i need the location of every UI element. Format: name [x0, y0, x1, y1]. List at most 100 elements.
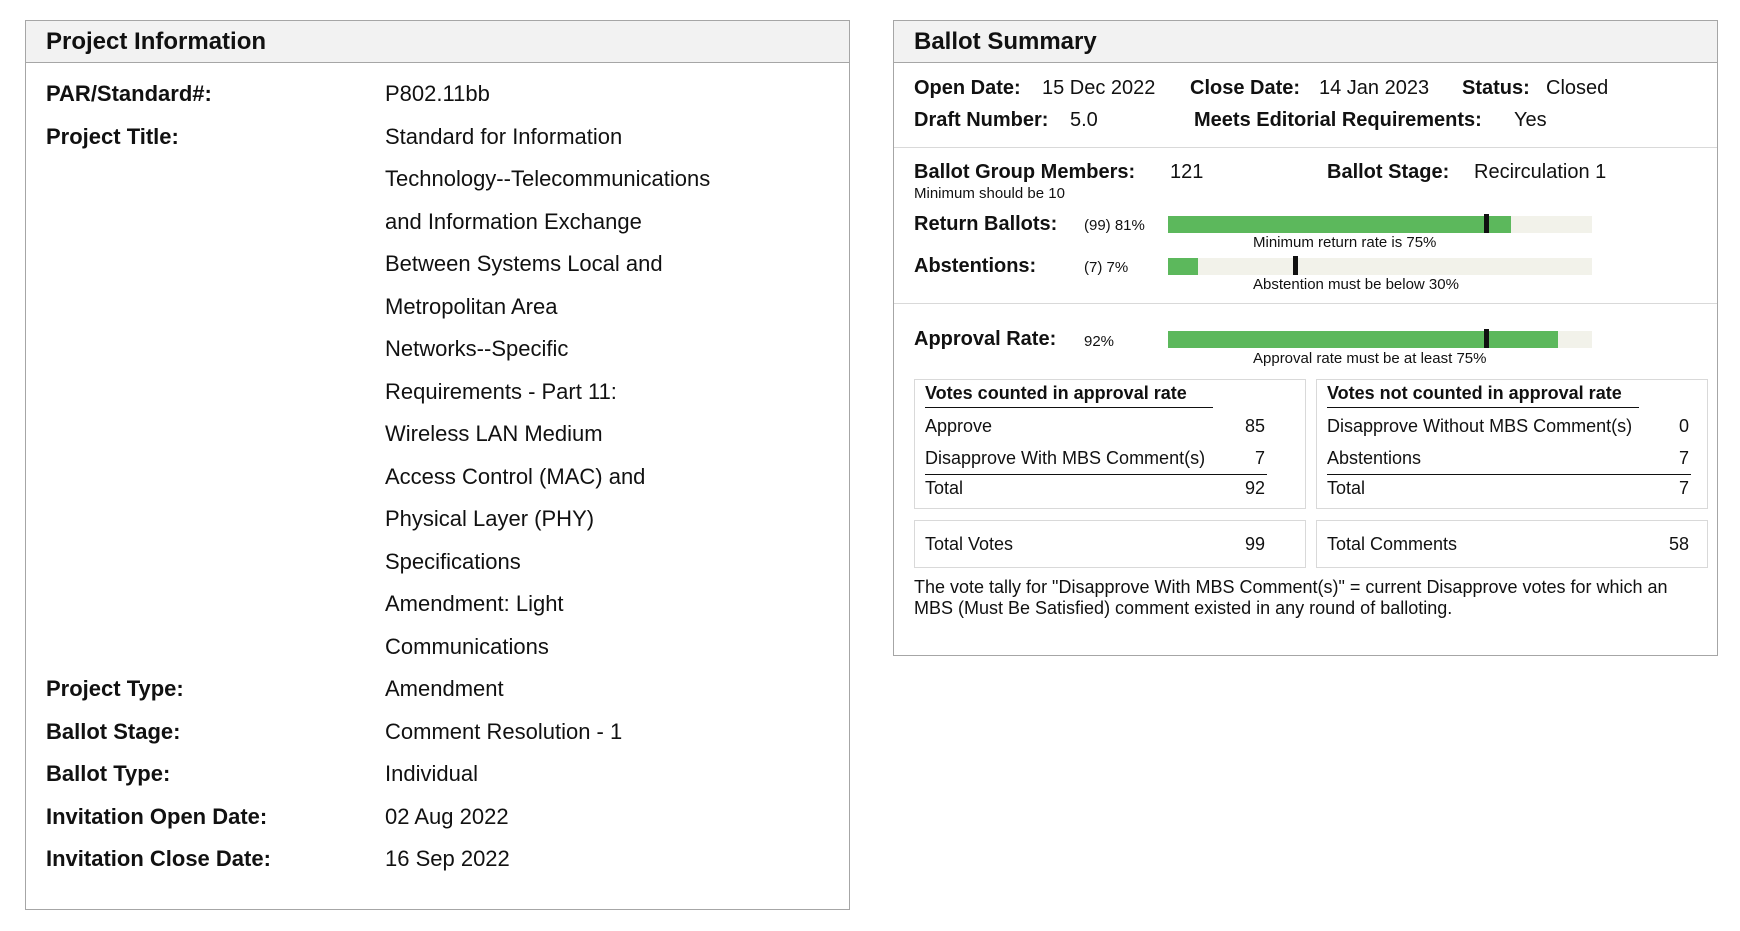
invitation-open-label: Invitation Open Date:: [46, 803, 268, 829]
abstentions-label: Abstentions:: [914, 255, 1037, 277]
total-rule: [1327, 474, 1691, 475]
total-comments-value: 58: [1668, 534, 1689, 554]
ballot-stage-row: Ballot Stage: Comment Resolution - 1: [46, 711, 826, 754]
close-date-value: 14 Jan 2023: [1319, 77, 1430, 99]
invitation-close-row: Invitation Close Date: 16 Sep 2022: [46, 838, 826, 881]
title-underline: [1327, 407, 1639, 408]
approve-label: Approve: [925, 416, 993, 436]
ballot-summary-title: Ballot Summary: [894, 21, 1717, 63]
return-ballots-note: Minimum return rate is 75%: [1253, 234, 1437, 251]
project-title-line: Access Control (MAC) and: [385, 463, 646, 489]
total-votes-box: Total Votes 99: [914, 520, 1306, 568]
ballot-stage-label: Ballot Stage:: [46, 718, 181, 744]
approval-rate-label: Approval Rate:: [914, 328, 1057, 350]
abstentions-row-label: Abstentions: [1327, 448, 1422, 468]
project-title-line: Networks--Specific: [385, 336, 569, 361]
project-title-line: Metropolitan Area: [385, 293, 558, 319]
total-votes-value: 99: [1244, 534, 1265, 554]
total-comments-label: Total Comments: [1327, 534, 1458, 554]
invitation-close-value: 16 Sep 2022: [385, 846, 510, 871]
draft-number-label: Draft Number:: [914, 109, 1049, 131]
project-information-title: Project Information: [26, 21, 849, 63]
project-title-line: Between Systems Local and: [385, 251, 663, 276]
abstention-threshold-marker: [1293, 256, 1299, 275]
editorial-value: Yes: [1514, 109, 1547, 131]
votes-not-counted-box: Votes not counted in approval rate Disap…: [1316, 379, 1708, 509]
par-label: PAR/Standard#:: [46, 81, 212, 106]
project-title-line: Amendment: Light: [385, 591, 564, 616]
project-info-table: PAR/Standard#: P802.11bb Project Title: …: [46, 73, 826, 881]
project-title-line: and Information Exchange: [385, 208, 642, 234]
approve-value: 85: [1244, 416, 1265, 436]
abstentions-fill: [1168, 258, 1198, 275]
counted-total-value: 92: [1244, 478, 1265, 498]
project-type-label: Project Type:: [46, 676, 184, 701]
recirc-stage-label: Ballot Stage:: [1327, 161, 1450, 183]
project-title-line: Physical Layer (PHY): [385, 506, 595, 531]
project-title-value: Standard for Information Technology--Tel…: [385, 116, 826, 669]
group-members-label: Ballot Group Members:: [914, 161, 1136, 183]
approval-rate-note: Approval rate must be at least 75%: [1253, 350, 1487, 367]
open-date-label: Open Date:: [914, 77, 1021, 99]
not-counted-total-label: Total: [1327, 478, 1366, 498]
divider: [894, 147, 1717, 148]
recirc-stage-value: Recirculation 1: [1474, 161, 1607, 183]
title-underline: [925, 407, 1213, 408]
disapprove-without-mbs-label: Disapprove Without MBS Comment(s): [1327, 416, 1633, 436]
not-counted-total-value: 7: [1678, 478, 1689, 498]
project-title-label: Project Title:: [46, 123, 179, 149]
open-date-value: 15 Dec 2022: [1042, 77, 1156, 99]
ballot-type-value: Individual: [385, 761, 478, 786]
total-rule: [925, 474, 1267, 475]
return-threshold-marker: [1484, 214, 1489, 233]
invitation-open-row: Invitation Open Date: 02 Aug 2022: [46, 796, 826, 839]
project-title-line: Standard for Information: [385, 123, 623, 149]
abstentions-note: Abstention must be below 30%: [1253, 276, 1459, 293]
project-title-line: Technology--Telecommunications: [385, 166, 711, 191]
par-value: P802.11bb: [385, 81, 490, 106]
approval-rate-bar: [1168, 329, 1592, 348]
project-type-row: Project Type: Amendment: [46, 668, 826, 711]
project-title-row: Project Title: Standard for Information …: [46, 116, 826, 669]
return-ballots-bar: [1168, 214, 1592, 233]
approval-threshold-marker: [1484, 329, 1489, 348]
disapprove-with-mbs-value: 7: [1254, 448, 1265, 468]
abstentions-bar: [1168, 256, 1592, 275]
invitation-close-label: Invitation Close Date:: [46, 846, 271, 871]
approval-rate-value: 92%: [1084, 333, 1115, 350]
group-members-note: Minimum should be 10: [914, 185, 1065, 202]
abstentions-row-value: 7: [1678, 448, 1689, 468]
approval-rate-fill: [1168, 331, 1559, 348]
project-title-line: Wireless LAN Medium: [385, 421, 603, 446]
disapprove-without-mbs-value: 0: [1678, 416, 1689, 436]
ballot-type-row: Ballot Type: Individual: [46, 753, 826, 796]
counted-total-label: Total: [925, 478, 964, 498]
return-ballots-fill: [1168, 216, 1512, 233]
group-members-value: 121: [1170, 161, 1204, 183]
invitation-open-value: 02 Aug 2022: [385, 803, 509, 829]
votes-counted-title: Votes counted in approval rate: [925, 383, 1187, 403]
project-title-line: Requirements - Part 11:: [385, 378, 617, 404]
project-title-line: Specifications: [385, 548, 521, 574]
total-votes-label: Total Votes: [925, 534, 1014, 554]
ballot-stage-value: Comment Resolution - 1: [385, 718, 623, 744]
divider: [894, 303, 1717, 304]
total-comments-box: Total Comments 58: [1316, 520, 1708, 568]
status-value: Closed: [1546, 77, 1609, 99]
editorial-label: Meets Editorial Requirements:: [1194, 109, 1482, 131]
return-ballots-label: Return Ballots:: [914, 213, 1058, 235]
ballot-summary-panel: Ballot Summary Open Date: 15 Dec 2022 Cl…: [893, 20, 1718, 656]
votes-counted-box: Votes counted in approval rate Approve 8…: [914, 379, 1306, 509]
return-ballots-value: (99) 81%: [1084, 217, 1145, 234]
project-type-value: Amendment: [385, 676, 504, 701]
project-title-line: Communications: [385, 633, 549, 659]
par-row: PAR/Standard#: P802.11bb: [46, 73, 826, 116]
vote-tally-footnote: The vote tally for "Disapprove With MBS …: [914, 577, 1668, 618]
disapprove-with-mbs-label: Disapprove With MBS Comment(s): [925, 448, 1206, 468]
close-date-label: Close Date:: [1190, 77, 1301, 99]
draft-number-value: 5.0: [1070, 109, 1098, 131]
abstentions-value: (7) 7%: [1084, 259, 1129, 276]
ballot-type-label: Ballot Type:: [46, 761, 171, 786]
status-label: Status:: [1462, 77, 1530, 99]
votes-not-counted-title: Votes not counted in approval rate: [1327, 383, 1622, 403]
